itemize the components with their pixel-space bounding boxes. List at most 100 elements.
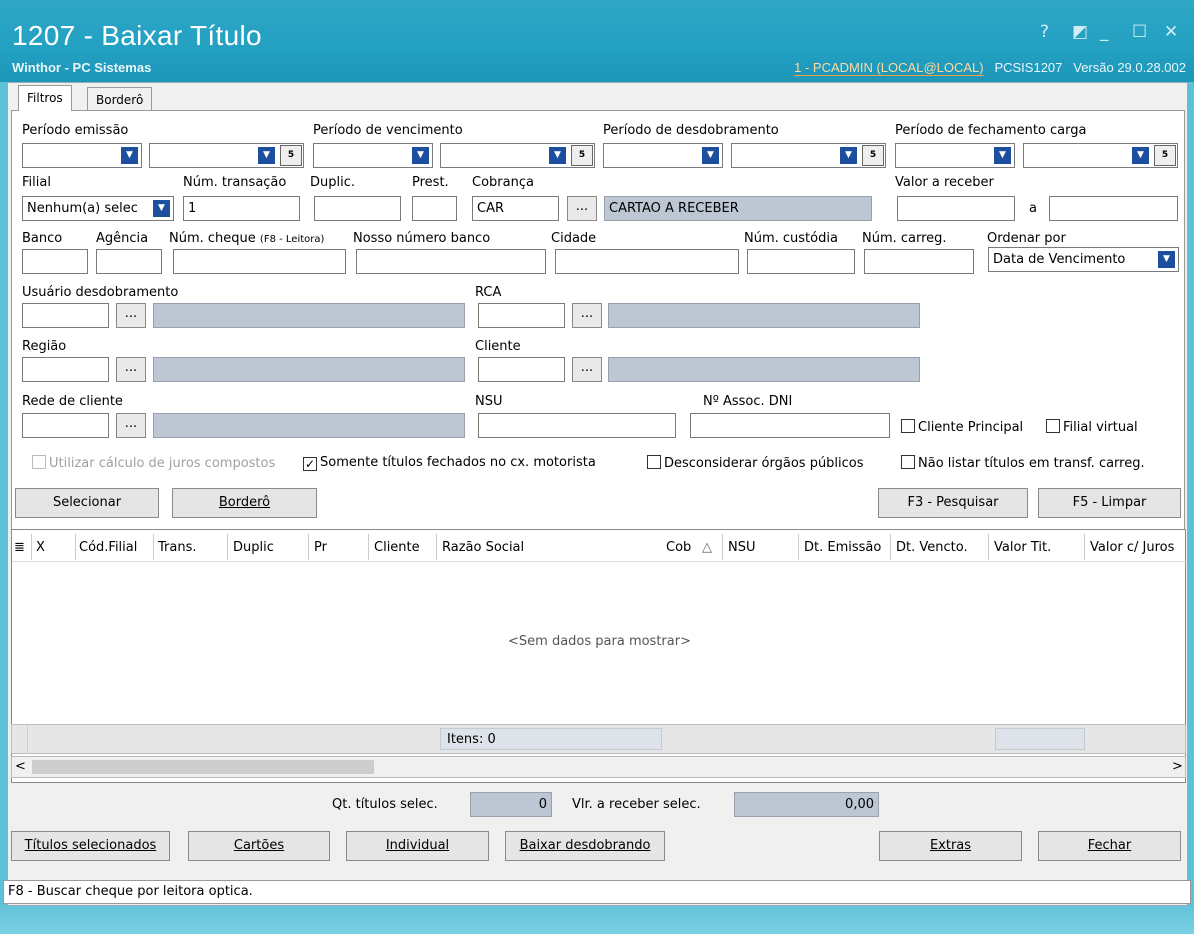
cliente-input[interactable] xyxy=(478,357,565,382)
num-carreg-input[interactable] xyxy=(864,249,974,274)
empty-grid-message: <Sem dados para mostrar> xyxy=(508,634,691,649)
desdobramento-fim-date[interactable]: ▼ 5 xyxy=(731,143,886,168)
grid-menu-icon[interactable]: ≣ xyxy=(14,540,25,555)
column-header[interactable]: Dt. Vencto. xyxy=(896,540,968,555)
minimize-icon[interactable]: _ xyxy=(1100,22,1109,42)
vlr-receber-value: 0,00 xyxy=(734,792,879,817)
scroll-left-icon[interactable]: < xyxy=(15,759,26,774)
maximize-icon[interactable]: ☐ xyxy=(1132,22,1147,42)
assoc-dni-input[interactable] xyxy=(690,413,890,438)
selecionar-button[interactable]: Selecionar xyxy=(15,488,159,518)
rca-search-button[interactable]: ... xyxy=(572,303,602,328)
column-header[interactable]: NSU xyxy=(728,540,756,555)
version-label: Versão 29.0.28.002 xyxy=(1073,60,1186,75)
regiao-input[interactable] xyxy=(22,357,109,382)
scrollbar-thumb[interactable] xyxy=(32,760,374,774)
filial-virtual-label: Filial virtual xyxy=(1063,420,1138,435)
filial-virtual-checkbox[interactable]: Filial virtual xyxy=(1046,419,1138,435)
num-transacao-input[interactable]: 1 xyxy=(183,196,300,221)
qt-titulos-value: 0 xyxy=(470,792,552,817)
nsu-input[interactable] xyxy=(478,413,676,438)
baixar-desdobrando-button[interactable]: Baixar desdobrando xyxy=(505,831,665,861)
tab-filtros[interactable]: Filtros xyxy=(18,85,72,111)
vencimento-inicio-combo[interactable]: ▼ xyxy=(313,143,433,168)
column-divider xyxy=(988,534,989,560)
cliente-principal-label: Cliente Principal xyxy=(918,420,1024,435)
column-header[interactable]: Pr xyxy=(314,540,327,555)
column-header[interactable]: Trans. xyxy=(158,540,197,555)
vencimento-fim-date[interactable]: ▼ 5 xyxy=(440,143,595,168)
duplic-input[interactable] xyxy=(314,196,401,221)
column-divider xyxy=(1084,534,1085,560)
nosso-numero-input[interactable] xyxy=(356,249,546,274)
bordero-button[interactable]: Borderô xyxy=(172,488,317,518)
extras-button[interactable]: Extras xyxy=(879,831,1022,861)
cobranca-input[interactable]: CAR xyxy=(472,196,559,221)
title-bar: 1207 - Baixar Título Winthor - PC Sistem… xyxy=(0,0,1194,82)
periodo-emissao-label: Período emissão xyxy=(22,123,129,138)
cidade-input[interactable] xyxy=(555,249,739,274)
emissao-inicio-combo[interactable]: ▼ xyxy=(22,143,142,168)
scroll-right-icon[interactable]: > xyxy=(1172,759,1183,774)
calendar-icon[interactable]: 5 xyxy=(571,145,593,166)
rede-cliente-search-button[interactable]: ... xyxy=(116,413,146,438)
rede-cliente-description xyxy=(153,413,465,438)
column-header[interactable]: Valor Tit. xyxy=(994,540,1051,555)
prest-input[interactable] xyxy=(412,196,457,221)
valor-receber-inicio-input[interactable] xyxy=(897,196,1015,221)
column-header[interactable]: Cliente xyxy=(374,540,420,555)
banco-input[interactable] xyxy=(22,249,88,274)
num-cheque-input[interactable] xyxy=(173,249,346,274)
num-transacao-label: Núm. transação xyxy=(183,175,287,190)
fechamento-inicio-combo[interactable]: ▼ xyxy=(895,143,1015,168)
column-divider xyxy=(308,534,309,560)
column-header[interactable]: Cód.Filial xyxy=(79,540,137,555)
regiao-search-button[interactable]: ... xyxy=(116,357,146,382)
rca-input[interactable] xyxy=(478,303,565,328)
column-header[interactable]: Valor c/ Juros xyxy=(1090,540,1174,555)
somente-fechados-checkbox[interactable]: ✓ Somente títulos fechados no cx. motoris… xyxy=(303,455,596,471)
column-header[interactable]: Duplic xyxy=(233,540,274,555)
usuario-desdobramento-input[interactable] xyxy=(22,303,109,328)
desdobramento-inicio-combo[interactable]: ▼ xyxy=(603,143,723,168)
close-icon[interactable]: ✕ xyxy=(1164,22,1178,42)
program-code: PCSIS1207 xyxy=(994,60,1063,75)
limpar-button[interactable]: F5 - Limpar xyxy=(1038,488,1181,518)
help-icon[interactable]: ? xyxy=(1040,22,1049,42)
rede-cliente-input[interactable] xyxy=(22,413,109,438)
cliente-search-button[interactable]: ... xyxy=(572,357,602,382)
calendar-icon[interactable]: 5 xyxy=(1154,145,1176,166)
ordenar-por-combo[interactable]: Data de Vencimento ▼ xyxy=(988,247,1179,272)
cobranca-search-button[interactable]: ... xyxy=(567,196,597,221)
column-header[interactable]: X xyxy=(36,540,45,555)
cartoes-button[interactable]: Cartões xyxy=(188,831,330,861)
usuario-search-button[interactable]: ... xyxy=(116,303,146,328)
cidade-label: Cidade xyxy=(551,231,597,246)
periodo-desdobramento-label: Período de desdobramento xyxy=(603,123,779,138)
cliente-principal-checkbox[interactable]: Cliente Principal xyxy=(901,419,1023,435)
calendar-icon[interactable]: 5 xyxy=(280,145,302,166)
horizontal-scrollbar[interactable]: < > xyxy=(11,756,1186,778)
column-header[interactable]: Cob xyxy=(666,540,691,555)
emissao-fim-date[interactable]: ▼ 5 xyxy=(149,143,304,168)
agencia-input[interactable] xyxy=(96,249,162,274)
filial-combo[interactable]: Nenhum(a) selec ▼ xyxy=(22,196,174,221)
tab-bordero[interactable]: Borderô xyxy=(87,87,153,111)
column-header[interactable]: Razão Social xyxy=(442,540,524,555)
calendar-icon[interactable]: 5 xyxy=(862,145,884,166)
column-header[interactable]: Dt. Emissão xyxy=(804,540,881,555)
juros-compostos-checkbox[interactable]: Utilizar cálculo de juros compostos xyxy=(32,455,275,471)
fechar-button[interactable]: Fechar xyxy=(1038,831,1181,861)
num-carreg-label: Núm. carreg. xyxy=(862,231,947,246)
num-custodia-input[interactable] xyxy=(747,249,855,274)
restore-icon[interactable]: ◩ xyxy=(1072,22,1088,42)
num-cheque-text: Núm. cheque xyxy=(169,231,256,246)
valor-receber-fim-input[interactable] xyxy=(1049,196,1178,221)
fechamento-fim-date[interactable]: ▼ 5 xyxy=(1023,143,1178,168)
nao-listar-checkbox[interactable]: Não listar títulos em transf. carreg. xyxy=(901,455,1145,471)
pesquisar-button[interactable]: F3 - Pesquisar xyxy=(878,488,1028,518)
num-cheque-label: Núm. cheque (F8 - Leitora) xyxy=(169,231,324,246)
individual-button[interactable]: Individual xyxy=(346,831,489,861)
desconsiderar-checkbox[interactable]: Desconsiderar órgãos públicos xyxy=(647,455,864,471)
titulos-selecionados-button[interactable]: Títulos selecionados xyxy=(11,831,170,861)
